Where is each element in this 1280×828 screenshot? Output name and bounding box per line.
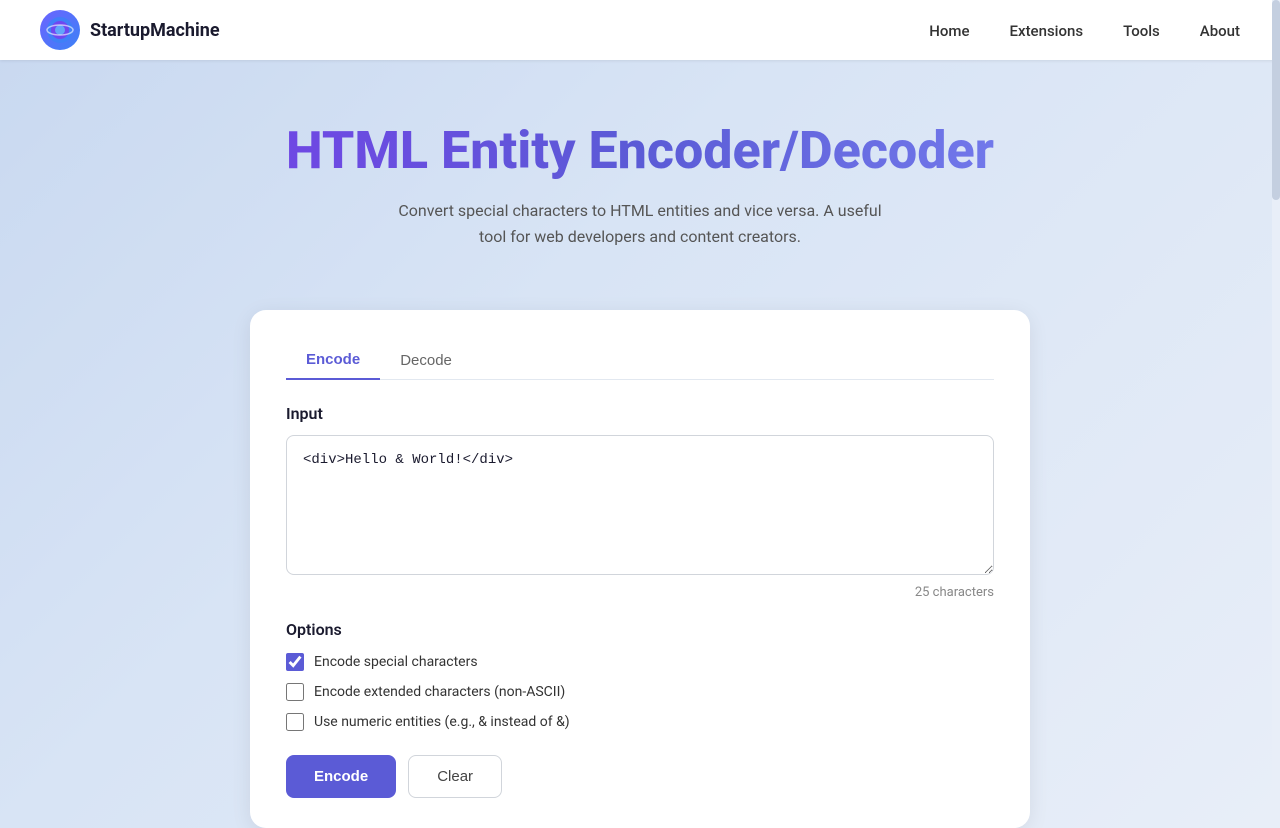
label-use-numeric: Use numeric entities (e.g., & instead of… xyxy=(314,714,570,730)
input-label: Input xyxy=(286,404,994,423)
navbar: StartupMachine Home Extensions Tools Abo… xyxy=(0,0,1280,60)
checkbox-use-numeric[interactable] xyxy=(286,713,304,731)
hero-section: HTML Entity Encoder/Decoder Convert spec… xyxy=(0,60,1280,290)
main-card: Encode Decode Input <div>Hello & World!<… xyxy=(250,310,1030,828)
label-encode-special: Encode special characters xyxy=(314,654,478,670)
nav-menu: Home Extensions Tools About xyxy=(929,21,1240,40)
nav-extensions[interactable]: Extensions xyxy=(1010,22,1084,40)
option-encode-special[interactable]: Encode special characters xyxy=(286,653,994,671)
options-label: Options xyxy=(286,620,994,639)
checkbox-encode-extended[interactable] xyxy=(286,683,304,701)
brand-name: StartupMachine xyxy=(90,20,220,41)
option-use-numeric[interactable]: Use numeric entities (e.g., & instead of… xyxy=(286,713,994,731)
tab-encode[interactable]: Encode xyxy=(286,341,380,380)
input-textarea[interactable]: <div>Hello & World!</div> xyxy=(286,435,994,575)
page-title: HTML Entity Encoder/Decoder xyxy=(40,120,1240,182)
nav-tools[interactable]: Tools xyxy=(1123,22,1160,40)
option-encode-extended[interactable]: Encode extended characters (non-ASCII) xyxy=(286,683,994,701)
checkbox-encode-special[interactable] xyxy=(286,653,304,671)
scrollbar-track xyxy=(1272,0,1280,800)
brand-logo-icon xyxy=(40,10,80,50)
label-encode-extended: Encode extended characters (non-ASCII) xyxy=(314,684,565,700)
nav-home[interactable]: Home xyxy=(929,22,969,40)
brand-link[interactable]: StartupMachine xyxy=(40,10,220,50)
options-group: Encode special characters Encode extende… xyxy=(286,653,994,731)
button-row: Encode Clear xyxy=(286,755,994,798)
page-subtitle: Convert special characters to HTML entit… xyxy=(390,198,890,249)
encode-button[interactable]: Encode xyxy=(286,755,396,798)
char-count: 25 characters xyxy=(286,585,994,600)
tab-decode[interactable]: Decode xyxy=(380,341,472,380)
clear-button[interactable]: Clear xyxy=(408,755,502,798)
tab-bar: Encode Decode xyxy=(286,340,994,380)
scrollbar-thumb[interactable] xyxy=(1272,0,1280,200)
nav-about[interactable]: About xyxy=(1200,22,1240,40)
